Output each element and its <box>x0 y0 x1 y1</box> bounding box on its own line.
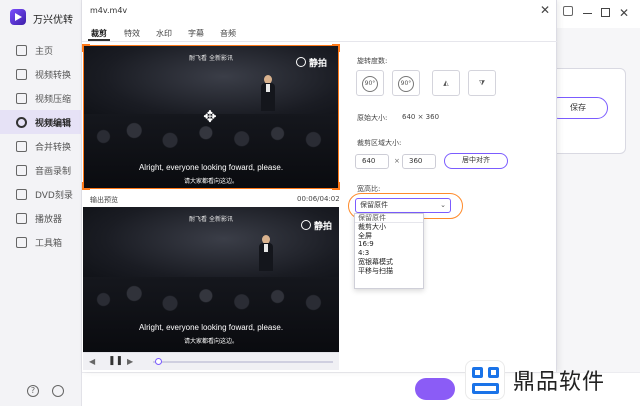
video-subtitle-english: Alright, everyone looking foward, please… <box>138 163 284 172</box>
dropdown-option-fullscreen[interactable]: 全屏 <box>355 232 423 241</box>
progress-track[interactable] <box>153 361 333 363</box>
compress-icon <box>16 92 27 104</box>
save-button[interactable]: 保存 <box>548 97 608 119</box>
player-controls: ◀ ❚❚ ▶ <box>83 352 339 370</box>
video-subtitle-chinese: 请大家都看向这边。 <box>183 178 238 185</box>
brand-watermark: 鼎品软件 <box>465 358 635 402</box>
sidebar-nav: 主页 视频转换 视频压缩 视频编辑 合并转换 音画录制 DVD刻录 播放器 工具… <box>0 38 82 254</box>
progress-knob[interactable] <box>154 358 162 365</box>
next-frame-icon[interactable]: ▶ <box>127 357 133 366</box>
dropdown-option-4-3[interactable]: 4:3 <box>355 249 423 258</box>
flip-vertical-button[interactable]: ⧩ <box>468 70 496 96</box>
rotation-label: 旋转度数: <box>357 57 388 65</box>
dialog-tabs: 裁剪 特效 水印 字幕 音频 <box>82 24 557 42</box>
merge-icon <box>16 140 27 152</box>
aspect-ratio-selected: 保留原件 <box>360 201 388 209</box>
sidebar-item-label: 工具箱 <box>35 238 63 249</box>
crop-width-input[interactable]: 640 <box>355 154 389 169</box>
rotate-right-icon: 90° <box>398 76 414 92</box>
toolbox-icon <box>16 236 27 248</box>
tab-audio[interactable]: 音频 <box>220 28 236 39</box>
sidebar-item-toolbox[interactable]: 工具箱 <box>0 230 82 254</box>
sidebar-item-home[interactable]: 主页 <box>0 38 82 62</box>
video-subtitle-chinese: 请大家都看向这边。 <box>183 338 238 345</box>
dropdown-option-pan-scan[interactable]: 平移与扫描 <box>355 267 423 276</box>
tab-effects[interactable]: 特效 <box>124 28 140 39</box>
sidebar-item-label: 主页 <box>35 46 54 57</box>
speaker-figure <box>259 235 273 271</box>
crop-area-label: 裁剪区域大小: <box>357 139 402 147</box>
brand-name: 鼎品软件 <box>513 370 606 395</box>
sidebar-item-label: 音画录制 <box>35 166 72 177</box>
previous-frame-icon[interactable]: ◀ <box>89 357 95 366</box>
sidebar-item-label: 视频编辑 <box>35 118 72 129</box>
chevron-down-icon: ⌄ <box>440 201 446 209</box>
menu-icon[interactable] <box>563 6 573 16</box>
home-icon <box>16 44 27 56</box>
sidebar-item-video-edit[interactable]: 视频编辑 <box>0 110 82 134</box>
aspect-ratio-dropdown: 保留原件 裁剪大小 全屏 16:9 4:3 宽银幕模式 平移与扫描 <box>354 213 424 289</box>
original-size-label: 原始大小: <box>357 114 388 122</box>
app-logo <box>10 9 26 25</box>
app-title: 万兴优转 <box>33 15 73 26</box>
times-sign: × <box>394 157 400 165</box>
feedback-icon[interactable] <box>52 385 64 397</box>
tab-watermark[interactable]: 水印 <box>156 28 172 39</box>
dropdown-option-widescreen[interactable]: 宽银幕模式 <box>355 258 423 267</box>
maximize-icon[interactable] <box>601 8 610 17</box>
rotate-right-button[interactable]: 90° <box>392 70 420 96</box>
sidebar-item-label: 合并转换 <box>35 142 72 153</box>
speaker-figure <box>261 75 275 111</box>
sidebar: 万兴优转 主页 视频转换 视频压缩 视频编辑 合并转换 音画录制 DVD刻录 播… <box>0 0 82 406</box>
player-icon <box>16 212 27 224</box>
dropdown-option-keep-original[interactable]: 保留原件 <box>355 214 423 223</box>
active-tab-indicator <box>88 39 110 41</box>
disc-icon <box>16 188 27 200</box>
flip-horizontal-button[interactable]: ◭ <box>432 70 460 96</box>
playback-time: 00:06/04:02 <box>297 195 340 203</box>
output-preview-label: 输出预览 <box>90 196 118 204</box>
record-icon <box>16 164 27 176</box>
crop-height-input[interactable]: 360 <box>402 154 436 169</box>
video-subtitle-english: Alright, everyone looking foward, please… <box>138 323 284 332</box>
brand-logo-icon <box>465 360 505 400</box>
center-align-button[interactable]: 居中对齐 <box>444 153 508 169</box>
sidebar-item-label: 播放器 <box>35 214 63 225</box>
sidebar-item-dvd-burn[interactable]: DVD刻录 <box>0 182 82 206</box>
sidebar-item-player[interactable]: 播放器 <box>0 206 82 230</box>
help-icon[interactable]: ? <box>27 385 39 397</box>
dropdown-option-16-9[interactable]: 16:9 <box>355 240 423 249</box>
rotate-left-button[interactable]: 90° <box>356 70 384 96</box>
move-icon[interactable]: ✥ <box>202 109 218 125</box>
output-video-preview: 耐飞看 全新影讯 静拍 Alright, everyone looking fo… <box>83 207 339 352</box>
window-close-icon[interactable]: ✕ <box>619 6 629 20</box>
aspect-ratio-select[interactable]: 保留原件 ⌄ <box>355 198 451 213</box>
video-convert-icon <box>16 68 27 80</box>
sidebar-item-merge[interactable]: 合并转换 <box>0 134 82 158</box>
original-size-value: 640 × 360 <box>402 113 440 121</box>
flip-vertical-icon: ⧩ <box>478 79 486 87</box>
video-watermark-logo: 静拍 <box>296 56 327 69</box>
sidebar-item-video-compress[interactable]: 视频压缩 <box>0 86 82 110</box>
dialog-close-icon[interactable]: ✕ <box>540 3 550 17</box>
scissors-icon <box>16 116 27 128</box>
sidebar-item-label: 视频转换 <box>35 70 72 81</box>
video-watermark-logo: 静拍 <box>301 219 332 232</box>
flip-horizontal-icon: ◭ <box>443 79 449 87</box>
pause-icon[interactable]: ❚❚ <box>108 356 123 366</box>
sidebar-item-label: DVD刻录 <box>35 190 73 201</box>
tab-crop[interactable]: 裁剪 <box>91 28 107 39</box>
tab-subtitle[interactable]: 字幕 <box>188 28 204 39</box>
minimize-icon[interactable] <box>583 13 592 14</box>
sidebar-item-video-convert[interactable]: 视频转换 <box>0 62 82 86</box>
dropdown-option-crop-size[interactable]: 裁剪大小 <box>355 223 423 232</box>
sidebar-item-screen-record[interactable]: 音画录制 <box>0 158 82 182</box>
sidebar-item-label: 视频压缩 <box>35 94 72 105</box>
rotate-left-icon: 90° <box>362 76 378 92</box>
action-button[interactable] <box>415 378 455 400</box>
dialog-title: m4v.m4v <box>90 6 128 15</box>
